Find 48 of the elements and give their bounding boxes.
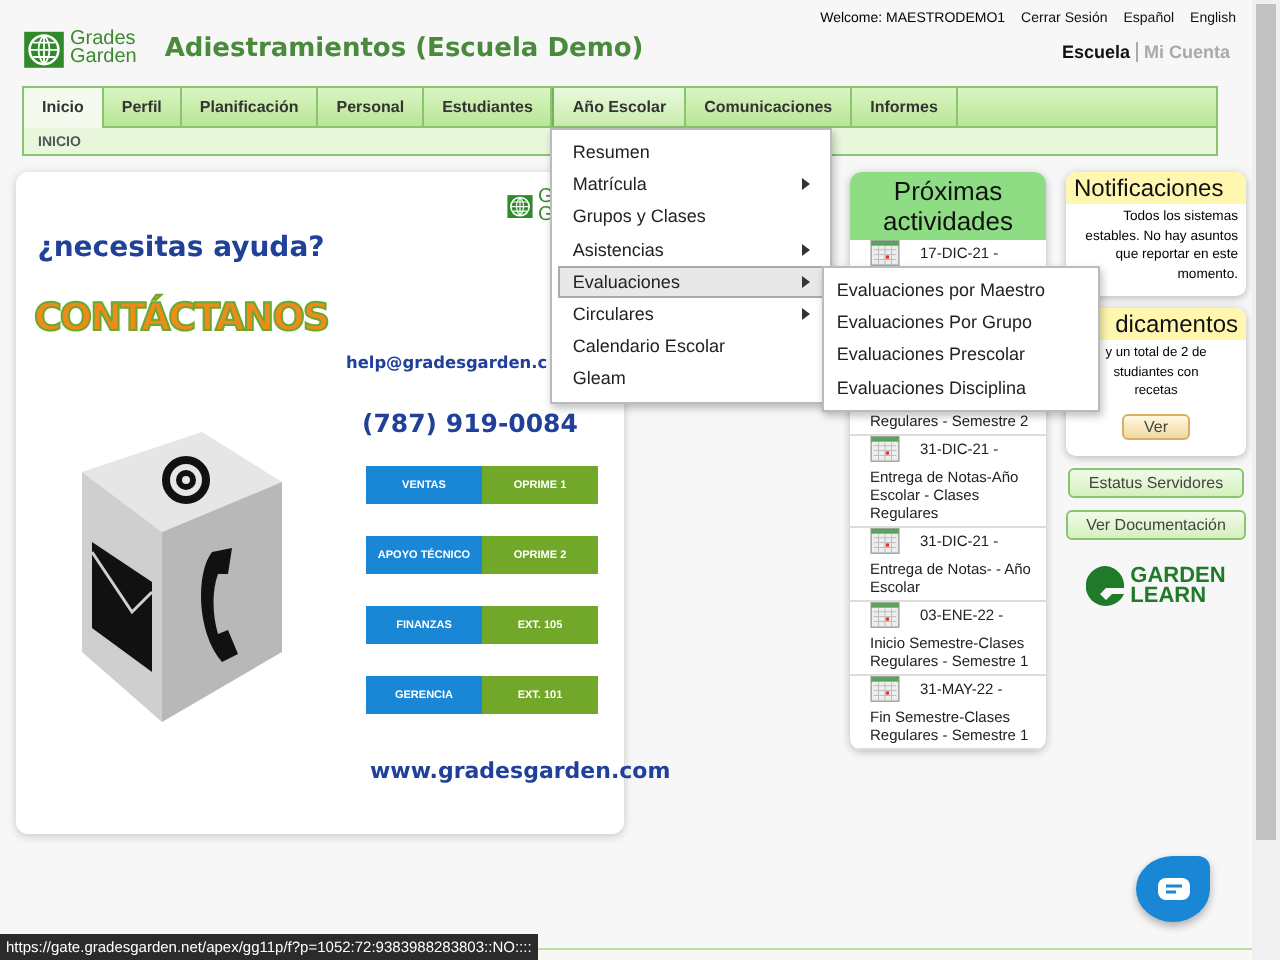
menu-item[interactable]: Grupos y Clases	[558, 200, 825, 234]
nav-tab[interactable]: Año Escolar	[552, 88, 687, 126]
calendar-icon	[870, 676, 900, 702]
submenu-arrow-icon	[802, 178, 811, 191]
submenu-arrow-icon	[802, 308, 811, 321]
help-question: ¿necesitas ayuda?	[37, 232, 325, 264]
website-text: www.gradesgarden.com	[370, 758, 671, 784]
nav-tab[interactable]: Informes	[852, 88, 958, 126]
menu-item[interactable]: Matrícula	[558, 168, 825, 201]
submenu-arrow-icon	[802, 275, 811, 288]
nav-tab[interactable]: Inicio	[24, 88, 104, 128]
contact-headline: CONTÁCTANOS	[33, 296, 329, 340]
scrollbar[interactable]	[1252, 0, 1280, 960]
menu-item[interactable]: Asistencias	[558, 233, 825, 266]
menu-item[interactable]: Resumen	[558, 136, 825, 169]
banner-logo-icon	[506, 193, 534, 219]
side-button[interactable]: Ver Documentación	[1066, 509, 1246, 539]
help-email: help@gradesgarden.c	[346, 352, 548, 372]
nav-tab[interactable]: Personal	[318, 88, 425, 126]
phone-number: (787) 919-0084	[362, 408, 578, 438]
card-title: Notificaciones	[1066, 172, 1246, 204]
submenu-item[interactable]: Evaluaciones Prescolar	[824, 338, 1099, 372]
logo-text: Garden	[70, 48, 137, 67]
garden-learn-logo-icon	[1086, 563, 1127, 607]
nav-tab[interactable]: Perfil	[103, 88, 182, 126]
logo-text: LEARN	[1130, 585, 1209, 605]
globe-logo-icon	[22, 29, 66, 69]
calendar-icon	[870, 528, 900, 554]
nav-tab[interactable]: Comunicaciones	[686, 88, 853, 126]
side-button[interactable]: Estatus Servidores	[1068, 467, 1244, 497]
menu-item[interactable]: Calendario Escolar	[558, 330, 825, 363]
menu-item[interactable]: Evaluaciones	[558, 265, 825, 298]
page-title: Adiestramientos (Escuela Demo)	[164, 34, 644, 64]
view-button[interactable]: Ver	[1121, 413, 1190, 439]
menu-item[interactable]: Circulares	[558, 297, 825, 331]
chat-button[interactable]	[1136, 856, 1210, 922]
nav-tab[interactable]: Planificación	[181, 88, 319, 126]
menu-item[interactable]: Gleam	[558, 362, 825, 395]
account-link[interactable]: Escuela	[1055, 42, 1136, 62]
submenu-item[interactable]: Evaluaciones Disciplina	[824, 371, 1099, 404]
submenu-item[interactable]: Evaluaciones por Maestro	[824, 274, 1099, 307]
logo-text: Grades	[70, 30, 137, 49]
logo-text: GARDEN	[1130, 565, 1226, 585]
calendar-icon	[870, 602, 900, 628]
submenu-arrow-icon	[802, 243, 811, 256]
calendar-icon	[870, 436, 900, 462]
chat-icon	[1157, 878, 1189, 900]
panel-title: Próximas actividades	[850, 172, 1046, 240]
